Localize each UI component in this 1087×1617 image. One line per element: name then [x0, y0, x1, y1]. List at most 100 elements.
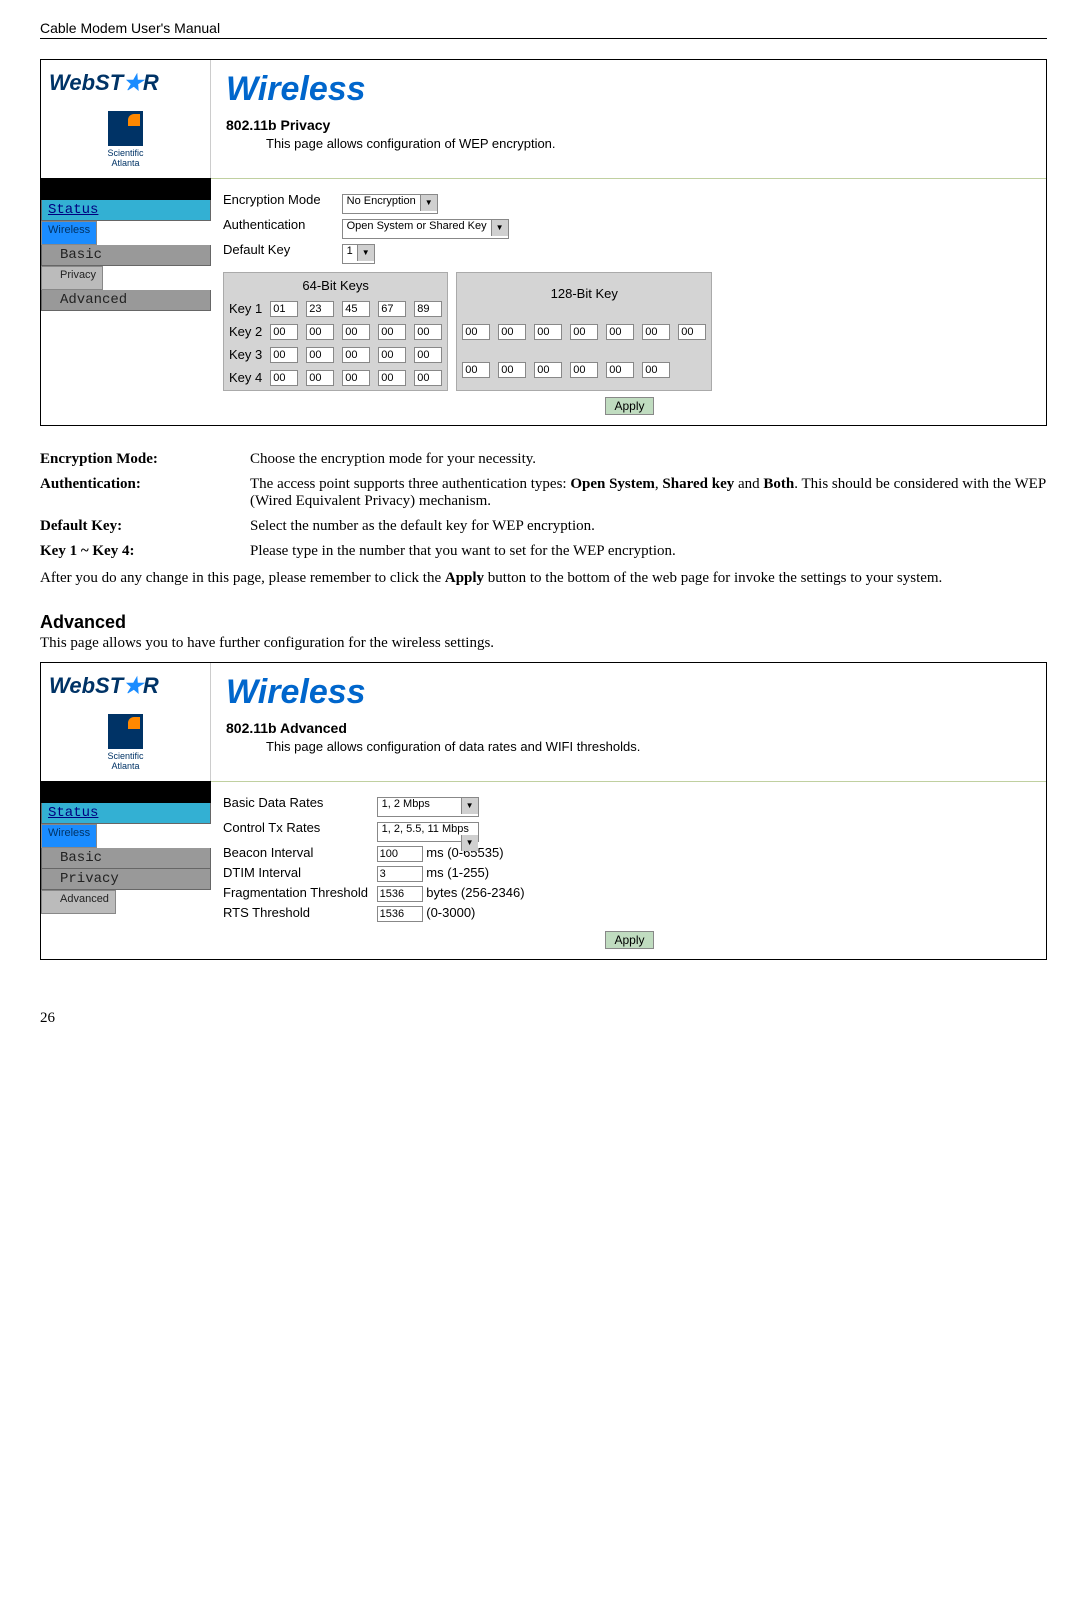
- auth-label: Authentication: [223, 217, 338, 232]
- nav-status[interactable]: Status: [41, 200, 211, 221]
- page-title: Wireless: [226, 70, 1031, 109]
- apply-note: After you do any change in this page, pl…: [40, 570, 1047, 587]
- nav-status[interactable]: Status: [41, 803, 211, 824]
- key1-128-2[interactable]: [534, 324, 562, 340]
- key1-128-6[interactable]: [678, 324, 706, 340]
- logo-area: WebST★R Scientific Atlanta: [41, 60, 211, 178]
- bi-label: Beacon Interval: [223, 845, 373, 860]
- rts-input[interactable]: [377, 906, 423, 922]
- ctr-select[interactable]: 1, 2, 5.5, 11 Mbps▼: [377, 822, 479, 842]
- sa-icon: [108, 111, 143, 146]
- keys-64bit-table: 64-Bit Keys Key 1 Key 2: [223, 272, 448, 391]
- page-desc: This page allows configuration of data r…: [266, 739, 640, 754]
- nav-wireless[interactable]: Wireless: [41, 824, 97, 848]
- key3-64-0[interactable]: [270, 347, 298, 363]
- nav-advanced[interactable]: Advanced: [41, 290, 211, 311]
- star-icon: ★: [123, 673, 143, 698]
- apply-button[interactable]: Apply: [605, 397, 653, 415]
- key4-label: Key 4: [226, 367, 265, 388]
- sa-icon: [108, 714, 143, 749]
- key2-128-4[interactable]: [606, 362, 634, 378]
- key1-128-5[interactable]: [642, 324, 670, 340]
- key2-64-2[interactable]: [342, 324, 370, 340]
- defkey-label: Default Key: [223, 242, 338, 257]
- nav-wireless[interactable]: Wireless: [41, 221, 97, 245]
- key1-128-1[interactable]: [498, 324, 526, 340]
- key2-128-3[interactable]: [570, 362, 598, 378]
- def-encmode-desc: Choose the encryption mode for your nece…: [250, 451, 1047, 468]
- nav-advanced[interactable]: Advanced: [41, 890, 116, 914]
- key1-128-3[interactable]: [570, 324, 598, 340]
- def-defkey-desc: Select the number as the default key for…: [250, 518, 1047, 535]
- ft-units: bytes (256-2346): [426, 885, 524, 900]
- page-title: Wireless: [226, 673, 1031, 712]
- encmode-select[interactable]: No Encryption▼: [342, 194, 438, 214]
- key2-64-0[interactable]: [270, 324, 298, 340]
- key4-64-2[interactable]: [342, 370, 370, 386]
- page-desc: This page allows configuration of WEP en…: [266, 136, 556, 151]
- key2-128-1[interactable]: [498, 362, 526, 378]
- rts-label: RTS Threshold: [223, 905, 373, 920]
- nav-privacy[interactable]: Privacy: [41, 869, 211, 890]
- bdr-select[interactable]: 1, 2 Mbps▼: [377, 797, 479, 817]
- sidebar-nav: Status Wireless Basic Privacy Advanced: [41, 178, 211, 425]
- key1-128-4[interactable]: [606, 324, 634, 340]
- key1-64-2[interactable]: [342, 301, 370, 317]
- sidebar-nav: Status Wireless Basic Privacy Advanced: [41, 781, 211, 959]
- key2-128-5[interactable]: [642, 362, 670, 378]
- advanced-heading: Advanced: [40, 612, 1047, 633]
- def-key14-term: Key 1 ~ Key 4:: [40, 543, 250, 560]
- webstar-logo: WebST★R: [49, 673, 202, 699]
- nav-privacy[interactable]: Privacy: [41, 266, 103, 290]
- privacy-screenshot: WebST★R Scientific Atlanta Wireless 802.…: [40, 59, 1047, 426]
- key3-label: Key 3: [226, 344, 265, 365]
- key1-64-1[interactable]: [306, 301, 334, 317]
- key2-64-4[interactable]: [414, 324, 442, 340]
- key3-64-1[interactable]: [306, 347, 334, 363]
- star-icon: ★: [123, 70, 143, 95]
- doc-header: Cable Modem User's Manual: [40, 20, 1047, 39]
- bi-input[interactable]: [377, 846, 423, 862]
- ft-input[interactable]: [377, 886, 423, 902]
- auth-select[interactable]: Open System or Shared Key▼: [342, 219, 509, 239]
- chevron-down-icon: ▼: [357, 245, 374, 261]
- ctr-label: Control Tx Rates: [223, 820, 373, 835]
- dtim-units: ms (1-255): [426, 865, 489, 880]
- apply-button[interactable]: Apply: [605, 931, 653, 949]
- nav-basic[interactable]: Basic: [41, 245, 211, 266]
- key1-128-0[interactable]: [462, 324, 490, 340]
- key3-64-3[interactable]: [378, 347, 406, 363]
- key3-64-4[interactable]: [414, 347, 442, 363]
- nav-basic[interactable]: Basic: [41, 848, 211, 869]
- advanced-screenshot: WebST★R Scientific Atlanta Wireless 802.…: [40, 662, 1047, 960]
- sa-logo: Scientific Atlanta: [49, 111, 202, 168]
- dtim-label: DTIM Interval: [223, 865, 373, 880]
- key1-64-3[interactable]: [378, 301, 406, 317]
- advanced-intro: This page allows you to have further con…: [40, 635, 1047, 652]
- rts-units: (0-3000): [426, 905, 475, 920]
- key4-64-4[interactable]: [414, 370, 442, 386]
- chevron-down-icon: ▼: [461, 835, 478, 851]
- webstar-logo: WebST★R: [49, 70, 202, 96]
- chevron-down-icon: ▼: [491, 220, 508, 236]
- key2-64-1[interactable]: [306, 324, 334, 340]
- key4-64-0[interactable]: [270, 370, 298, 386]
- subtitle: 802.11b Privacy: [226, 117, 330, 133]
- def-encmode-term: Encryption Mode:: [40, 451, 250, 468]
- key2-128-0[interactable]: [462, 362, 490, 378]
- bdr-label: Basic Data Rates: [223, 795, 373, 810]
- key2-64-3[interactable]: [378, 324, 406, 340]
- key1-64-0[interactable]: [270, 301, 298, 317]
- key1-64-4[interactable]: [414, 301, 442, 317]
- sa-logo: Scientific Atlanta: [49, 714, 202, 771]
- dtim-input[interactable]: [377, 866, 423, 882]
- keys64-header: 64-Bit Keys: [226, 275, 445, 296]
- key2-128-2[interactable]: [534, 362, 562, 378]
- subtitle: 802.11b Advanced: [226, 720, 347, 736]
- defkey-select[interactable]: 1▼: [342, 244, 375, 264]
- def-key14-desc: Please type in the number that you want …: [250, 543, 1047, 560]
- chevron-down-icon: ▼: [461, 798, 478, 814]
- key4-64-1[interactable]: [306, 370, 334, 386]
- key3-64-2[interactable]: [342, 347, 370, 363]
- key4-64-3[interactable]: [378, 370, 406, 386]
